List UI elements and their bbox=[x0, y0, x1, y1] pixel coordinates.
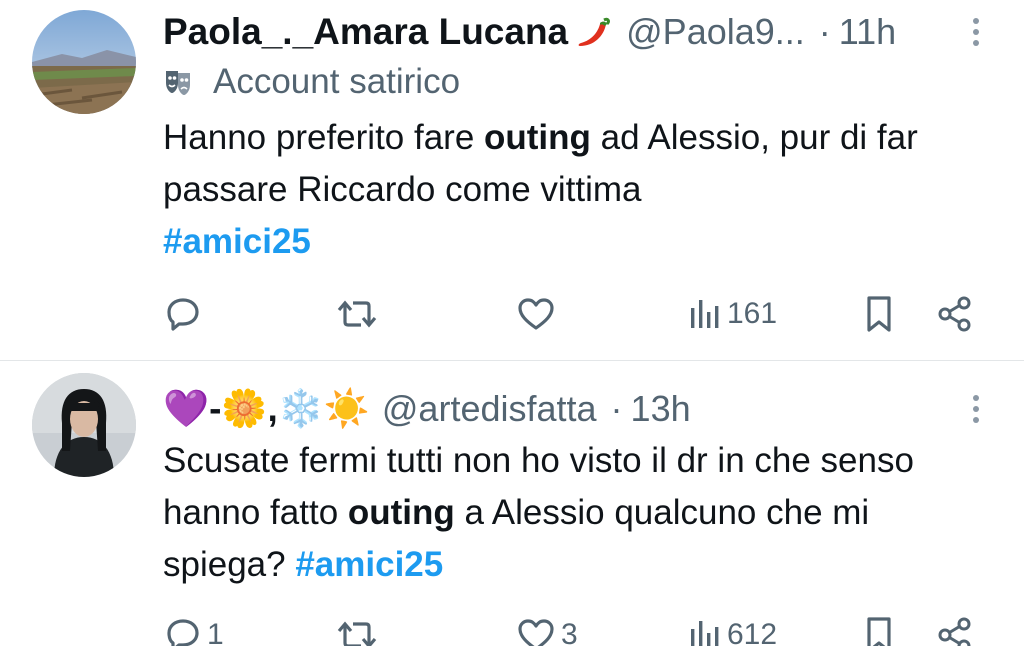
bookmark-icon bbox=[867, 617, 891, 646]
tweet-header: Paola_._Amara Lucana @Paola9... · 11h bbox=[163, 2, 944, 62]
reply-button[interactable] bbox=[163, 292, 207, 336]
tweet-actions: 1 3 612 bbox=[163, 613, 983, 646]
tweet-text: Scusate fermi tutti non ho visto il dr i… bbox=[163, 435, 984, 591]
tweet-header: 💜-🌼,❄️☀️ @artedisfatta · 13h bbox=[163, 379, 944, 439]
reply-count: 1 bbox=[207, 618, 224, 646]
handle[interactable]: @artedisfatta bbox=[382, 388, 597, 430]
like-button[interactable] bbox=[515, 292, 561, 336]
heart-icon bbox=[518, 619, 554, 646]
display-name[interactable]: Paola_._Amara Lucana bbox=[163, 11, 568, 53]
handle[interactable]: @Paola9... bbox=[626, 11, 805, 53]
views-bar-chart-icon bbox=[691, 621, 719, 646]
like-button[interactable]: 3 bbox=[515, 613, 578, 646]
share-button[interactable] bbox=[935, 613, 975, 646]
bookmark-button[interactable] bbox=[861, 292, 897, 336]
like-count: 3 bbox=[561, 618, 578, 646]
separator: · bbox=[818, 11, 831, 52]
bookmark-button[interactable] bbox=[861, 613, 897, 646]
views-count: 612 bbox=[727, 618, 778, 646]
separator: · bbox=[610, 388, 623, 429]
reply-icon bbox=[167, 298, 199, 331]
views-button[interactable]: 612 bbox=[687, 613, 777, 646]
tweet-text-bold: outing bbox=[347, 493, 455, 532]
avatar[interactable] bbox=[32, 10, 136, 114]
tweet[interactable]: Paola_._Amara Lucana @Paola9... · 11h Ac… bbox=[0, 0, 1024, 360]
views-button[interactable]: 161 bbox=[687, 292, 777, 336]
more-options-icon[interactable] bbox=[966, 389, 986, 429]
reply-icon bbox=[167, 619, 199, 646]
tweet-actions: 161 bbox=[163, 292, 983, 336]
account-label-text: Account satirico bbox=[213, 62, 461, 101]
repost-icon bbox=[337, 621, 377, 646]
tweet-text: Hanno preferito fare outing ad Alessio, … bbox=[163, 112, 984, 268]
share-button[interactable] bbox=[935, 292, 975, 336]
hashtag-link[interactable]: #amici25 bbox=[163, 222, 311, 261]
repost-button[interactable] bbox=[335, 613, 383, 646]
hot-pepper-icon bbox=[574, 12, 614, 52]
more-options-icon[interactable] bbox=[966, 12, 986, 52]
account-label: Account satirico bbox=[163, 58, 460, 106]
hashtag-link[interactable]: #amici25 bbox=[295, 545, 443, 584]
tweet-text-bold: outing bbox=[484, 118, 591, 157]
timestamp[interactable]: 13h bbox=[631, 388, 691, 430]
tweet[interactable]: 💜-🌼,❄️☀️ @artedisfatta · 13h Scusate fer… bbox=[0, 361, 1024, 646]
display-name[interactable]: 💜-🌼,❄️☀️ bbox=[163, 388, 370, 431]
avatar[interactable] bbox=[32, 373, 136, 477]
timestamp[interactable]: 11h bbox=[839, 11, 896, 53]
bookmark-icon bbox=[867, 296, 891, 332]
views-bar-chart-icon bbox=[691, 300, 719, 328]
share-icon bbox=[938, 617, 971, 646]
views-count: 161 bbox=[727, 297, 778, 330]
theater-masks-icon bbox=[166, 71, 190, 95]
share-icon bbox=[938, 296, 971, 332]
heart-icon bbox=[518, 298, 554, 330]
reply-button[interactable]: 1 bbox=[163, 613, 224, 646]
repost-button[interactable] bbox=[335, 292, 383, 336]
repost-icon bbox=[337, 300, 377, 328]
tweet-text-part: Hanno preferito fare bbox=[163, 118, 485, 157]
